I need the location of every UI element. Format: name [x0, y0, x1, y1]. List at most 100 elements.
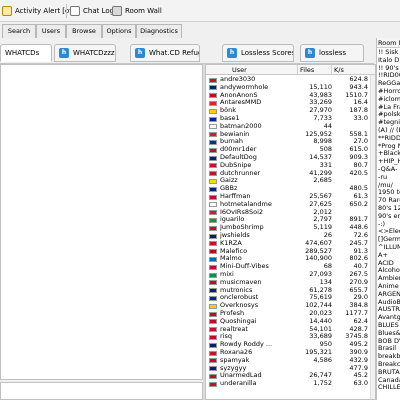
column-header-user[interactable]: User [206, 65, 298, 75]
hub-tab-strip: WHATCDs h WHATCDzzz h What.CD Refuge h L… [0, 40, 374, 64]
table-row[interactable]: GBBz 480.5 [206, 184, 375, 193]
flag-icon [209, 217, 217, 223]
column-header-files[interactable]: Files [298, 65, 332, 75]
tab-users[interactable]: Users [36, 24, 66, 38]
flag-icon [209, 249, 217, 255]
hub-tab-lossless-scores[interactable]: h Lossless Scores ✕ [222, 44, 294, 62]
hub-icon: h [305, 48, 315, 58]
hub-tab-whatcdzzz[interactable]: h WHATCDzzz [54, 44, 116, 62]
hub-tab-label: WHATCDs [5, 49, 40, 57]
table-row[interactable]: syzygyy 477.9 [206, 364, 375, 373]
user-name: JumboShrimp [220, 224, 264, 232]
tab-search[interactable]: Search [2, 24, 36, 38]
user-name: onclerobust [220, 294, 259, 302]
bell-icon [2, 6, 12, 16]
flag-icon [209, 366, 217, 372]
user-name: mutronics [220, 286, 253, 294]
user-name: bönk [220, 107, 236, 115]
user-name: spamyak [220, 356, 250, 364]
user-speed: 650.2 [349, 199, 368, 208]
table-row[interactable]: K1RZA 474,607 245.7 [206, 239, 375, 248]
user-name: K1RZA [220, 239, 242, 247]
user-name: batman2000 [220, 122, 262, 130]
table-row[interactable]: dutchrunner 41,299 420.5 [206, 169, 375, 178]
chat-area[interactable] [0, 64, 203, 380]
user-name: andywormhole [220, 83, 269, 91]
hub-tab-whatcd-refuge[interactable]: h What.CD Refuge [130, 44, 200, 62]
flag-icon [209, 132, 217, 138]
user-name: underanilla [220, 380, 257, 388]
flag-icon [209, 358, 217, 364]
user-files: 1,752 [313, 379, 332, 388]
user-name: burnah [220, 138, 244, 146]
flag-icon [209, 210, 217, 216]
flag-icon [209, 155, 217, 161]
room-list-item[interactable]: CHILLE [378, 384, 400, 392]
hub-tab-label: WHATCDzzz [73, 49, 115, 57]
room-wall-label: Room Wall [125, 7, 162, 15]
activity-alert-label: Activity Alert [off] [15, 7, 77, 15]
user-name: Malmo [220, 255, 242, 263]
user-name: andre3030 [220, 76, 256, 83]
tab-options[interactable]: Options [102, 24, 136, 38]
table-row[interactable]: Malmo 140,900 802.6 [206, 255, 375, 263]
user-name: Mini-Duff-Vibes [220, 263, 269, 271]
table-row[interactable]: Profesh 20,023 1177.7 [206, 309, 375, 318]
user-name: Malefico [220, 247, 248, 255]
user-name: GBBz [220, 185, 238, 193]
tab-browse[interactable]: Browse [66, 24, 102, 38]
user-name: risq [220, 333, 232, 341]
room-list-panel: Room Na !! Sisk IItalo D!! 90's!!RID00Re… [376, 38, 400, 400]
user-name: Harffman [220, 193, 251, 200]
table-row[interactable]: underanilla 1,752 63.0 [206, 379, 375, 388]
user-name: Gaizz [220, 177, 238, 185]
tab-diagnostics[interactable]: Diagnostics [136, 24, 182, 38]
main-tabs: Search Users Browse Options Diagnostics [0, 24, 400, 38]
user-name: iguarilo [220, 216, 245, 224]
hub-icon: h [227, 48, 237, 58]
flag-icon [209, 319, 217, 325]
user-list: User Files K/s andre3030 624.8 andywormhol… [205, 64, 376, 400]
toolbar: Activity Alert [off] Chat Log Room Wall [0, 0, 400, 22]
column-header-ks[interactable]: K/s [332, 65, 375, 75]
flag-icon [209, 311, 217, 317]
flag-icon [209, 327, 217, 333]
table-row[interactable]: JumboShrimp 5,119 448.6 [206, 223, 375, 232]
table-row[interactable]: bewianin 125,952 558.1 [206, 130, 375, 139]
user-name: AnonAnonS [220, 91, 258, 99]
table-row[interactable]: base1 7,733 33.0 [206, 114, 375, 123]
log-icon [70, 6, 80, 16]
table-row[interactable]: UnarmedLad 26,747 45.2 [206, 372, 375, 380]
wall-icon [112, 6, 122, 16]
user-name: Quoshingai [220, 317, 257, 325]
user-files: 2,685 [313, 176, 332, 185]
room-wall-button[interactable]: Room Wall [112, 4, 162, 18]
flag-icon [209, 108, 217, 114]
table-row[interactable]: hotmetalandme 27,625 650.2 [206, 199, 375, 209]
flag-icon [209, 171, 217, 177]
flag-icon [209, 147, 217, 153]
flag-icon [209, 139, 217, 145]
table-row[interactable]: AnonAnonS 43,983 1510.7 [206, 91, 375, 100]
flag-icon [209, 93, 217, 99]
flag-icon [209, 85, 217, 91]
user-name: bewianin [220, 130, 250, 138]
user-name: musicmaven [220, 278, 262, 286]
message-input[interactable] [0, 382, 203, 400]
table-row[interactable]: bönk 27,970 187.8 [206, 106, 375, 115]
flag-icon [209, 381, 217, 387]
table-row[interactable]: DefaultDog 14,537 909.3 [206, 153, 375, 162]
user-name: I6OvIRs8Soi2 [220, 208, 264, 216]
hub-tab-whatcds[interactable]: WHATCDs [0, 44, 52, 62]
room-list-header[interactable]: Room Na [377, 38, 400, 48]
chat-log-button[interactable]: Chat Log [70, 4, 114, 18]
flag-icon [209, 202, 217, 208]
flag-icon [209, 373, 217, 379]
flag-icon [209, 186, 217, 192]
hub-icon: h [135, 48, 145, 58]
flag-icon [209, 303, 217, 309]
user-name: Overknosys [220, 302, 259, 310]
hub-tab-lossless[interactable]: h lossless [300, 44, 364, 62]
table-row[interactable]: mutronics 61,278 655.7 [206, 286, 375, 295]
flag-icon [209, 225, 217, 231]
